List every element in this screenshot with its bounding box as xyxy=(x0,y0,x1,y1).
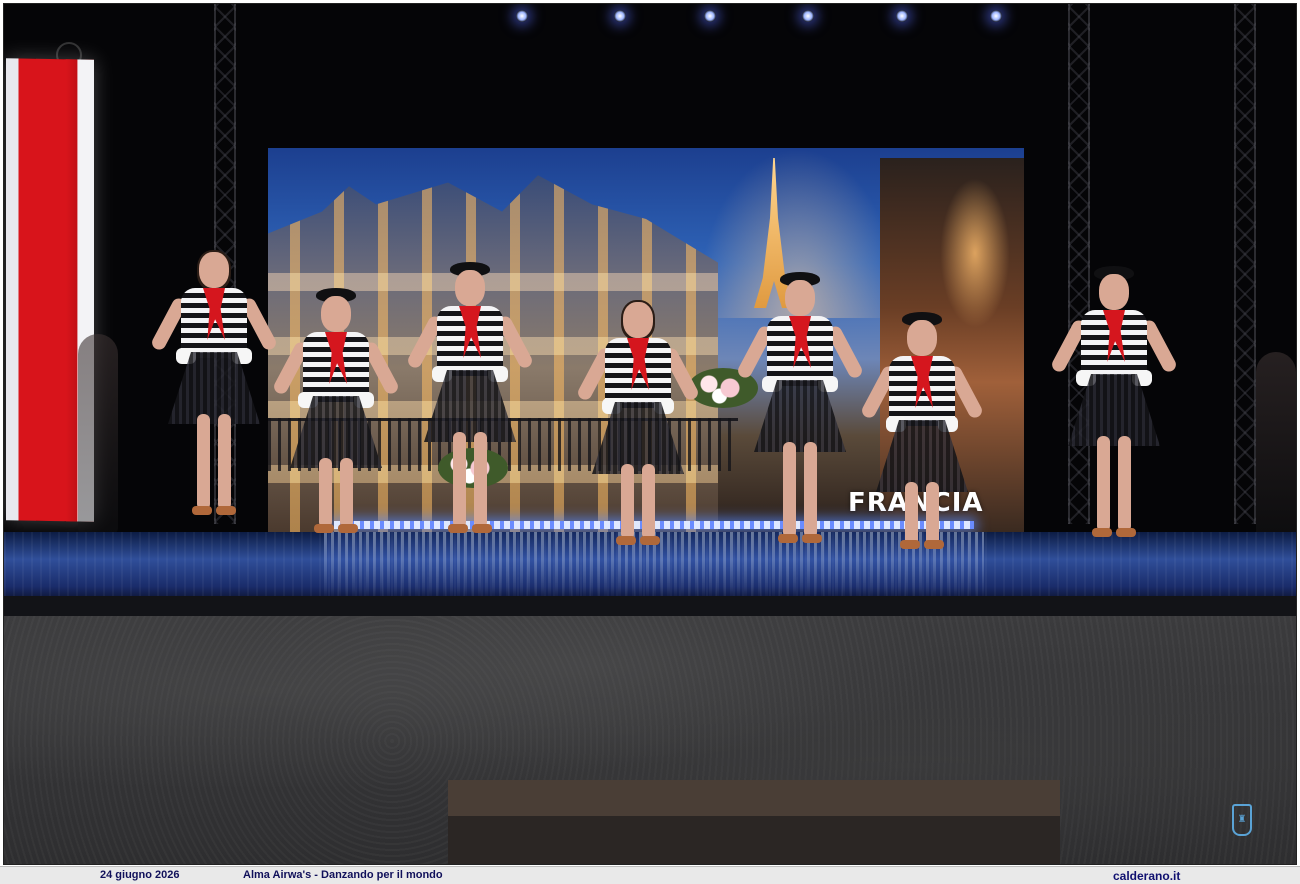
stage-light-icon xyxy=(802,10,814,22)
dancer xyxy=(271,288,401,548)
dancer xyxy=(859,312,985,562)
dancer xyxy=(149,244,279,534)
stage-light-icon xyxy=(516,10,528,22)
emblem-icon: ♜ xyxy=(1232,804,1252,836)
stage-light-icon xyxy=(990,10,1002,22)
photo-date: 24 giugno 2026 xyxy=(100,869,180,881)
background-person xyxy=(78,334,118,534)
wooden-step xyxy=(448,780,1060,864)
dancer xyxy=(1049,266,1179,560)
event-title: Alma Airwa's - Danzando per il mondo xyxy=(243,869,443,881)
background-person xyxy=(1256,352,1296,552)
dancer xyxy=(735,272,865,562)
stage-light-icon xyxy=(614,10,626,22)
caption-bar: 24 giugno 2026 Alma Airwa's - Danzando p… xyxy=(0,866,1300,884)
photo-frame: FRANCIA xyxy=(3,3,1297,865)
stage-edge xyxy=(4,596,1296,616)
dancer xyxy=(405,262,535,552)
truss-far-right xyxy=(1234,4,1256,524)
dancer xyxy=(575,294,701,554)
stage-light-icon xyxy=(896,10,908,22)
stage-light-icon xyxy=(704,10,716,22)
site-link[interactable]: calderano.it xyxy=(1113,869,1180,883)
